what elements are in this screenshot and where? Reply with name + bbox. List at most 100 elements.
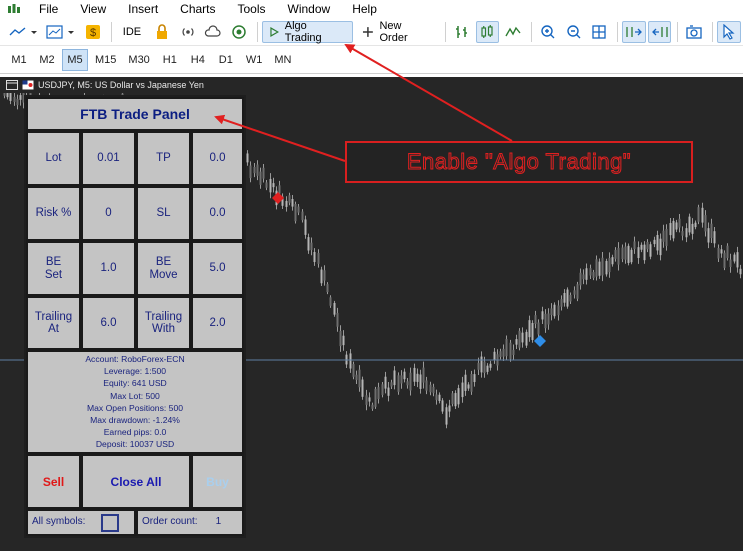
candle-body [425, 380, 428, 391]
candlestick-icon[interactable] [475, 20, 500, 43]
menu-window[interactable]: Window [277, 0, 342, 18]
bar-chart-icon[interactable] [450, 21, 474, 43]
toolbar-separator [110, 21, 112, 42]
timeframe-m1[interactable]: M1 [6, 49, 32, 71]
ide-label: IDE [122, 25, 142, 38]
sell-button[interactable]: Sell [26, 454, 81, 509]
indicators-dropdown[interactable] [44, 21, 80, 43]
candle-body [16, 98, 19, 106]
autoscroll-icon[interactable] [622, 20, 646, 43]
screenshot-icon[interactable] [682, 21, 706, 43]
candle-body [560, 299, 563, 307]
timeframe-m2[interactable]: M2 [34, 49, 60, 71]
new-order-label: New Order [379, 19, 408, 44]
timeframe-h1[interactable]: H1 [157, 49, 183, 71]
timeframe-w1[interactable]: W1 [241, 49, 268, 71]
buy-button[interactable]: Buy [191, 454, 244, 509]
lot-input[interactable]: 0.01 [81, 131, 136, 186]
candle-body [547, 313, 550, 325]
candle-body [457, 388, 460, 405]
trailing-at-input[interactable]: 6.0 [81, 296, 136, 350]
candle-body [518, 330, 521, 348]
toolbar-separator [256, 21, 258, 42]
candle-body [323, 270, 326, 281]
candle-body [294, 203, 297, 222]
candle-body [317, 252, 320, 264]
candle-body [585, 268, 588, 280]
cursor-icon[interactable] [717, 20, 741, 43]
account-info: Account: RoboForex-ECN Leverage: 1:500 E… [26, 350, 244, 454]
candle-body [326, 284, 329, 293]
candle-body [361, 379, 364, 397]
candle-body [544, 313, 547, 329]
new-order-button[interactable]: New Order [355, 19, 439, 44]
ide-button[interactable]: IDE [116, 21, 148, 43]
candle-body [461, 382, 464, 398]
zoom-in-icon[interactable] [536, 21, 560, 43]
menu-view[interactable]: View [69, 0, 117, 18]
risk-input[interactable]: 0 [81, 186, 136, 241]
sl-label: SL [136, 186, 191, 241]
tp-input[interactable]: 0.0 [191, 131, 244, 186]
toolbar-separator [617, 21, 619, 42]
trade-panel: FTB Trade Panel Lot 0.01 TP 0.0 Risk % 0… [24, 95, 246, 538]
candle-body [19, 95, 22, 100]
candle-body [249, 165, 252, 179]
menu-charts[interactable]: Charts [169, 0, 226, 18]
candle-body [534, 315, 537, 324]
candle-body [621, 247, 624, 260]
all-symbols-checkbox[interactable] [101, 513, 120, 532]
candle-body [525, 331, 528, 346]
menu-help[interactable]: Help [341, 0, 388, 18]
dollar-icon[interactable]: $ [81, 21, 105, 43]
candle-body [480, 356, 483, 373]
close-all-button[interactable]: Close All [81, 454, 191, 509]
menu-insert[interactable]: Insert [117, 0, 169, 18]
candle-body [736, 252, 739, 268]
timeframe-m30[interactable]: M30 [123, 49, 154, 71]
menu-file[interactable]: File [28, 0, 69, 18]
candle-body [358, 369, 361, 388]
timeframe-h4[interactable]: H4 [185, 49, 211, 71]
candle-body [278, 185, 281, 194]
algo-trading-button[interactable]: Algo Trading [261, 20, 353, 44]
lot-label: Lot [26, 131, 81, 186]
candle-body [432, 386, 435, 394]
zoom-out-icon[interactable] [562, 21, 586, 43]
sl-input[interactable]: 0.0 [191, 186, 244, 241]
candle-body [285, 200, 288, 207]
candle-body [675, 222, 678, 230]
grid-icon[interactable] [587, 21, 611, 43]
candle-body [541, 311, 544, 320]
candle-body [614, 249, 617, 259]
timeframe-mn[interactable]: MN [269, 49, 296, 71]
timeframe-d1[interactable]: D1 [213, 49, 239, 71]
candle-body [339, 330, 342, 347]
signal-icon[interactable] [176, 21, 200, 43]
chart-shift-icon[interactable] [647, 20, 672, 43]
trailing-with-input[interactable]: 2.0 [191, 296, 244, 350]
lock-icon[interactable] [150, 21, 174, 43]
timeframe-m15[interactable]: M15 [90, 49, 121, 71]
candle-body [701, 207, 704, 223]
candle-body [409, 372, 412, 391]
toolbar-separator [531, 21, 532, 42]
be-move-input[interactable]: 5.0 [191, 241, 244, 296]
candle-body [611, 257, 614, 265]
candle-body [717, 247, 720, 259]
candle-body [579, 272, 582, 286]
candle-body [307, 237, 310, 251]
candle-body [355, 374, 358, 380]
candle-body [397, 375, 400, 392]
menu-tools[interactable]: Tools [227, 0, 277, 18]
chart-type-dropdown[interactable] [6, 21, 42, 43]
candle-body [352, 364, 355, 377]
candle-body [390, 382, 393, 387]
line-chart-icon[interactable] [501, 21, 525, 43]
timeframe-m5[interactable]: M5 [62, 48, 88, 71]
candle-body [422, 367, 425, 383]
be-set-input[interactable]: 1.0 [81, 241, 136, 296]
cloud-icon[interactable] [202, 21, 226, 43]
symbol-flag-icon [22, 80, 34, 90]
vps-icon[interactable] [227, 21, 251, 43]
